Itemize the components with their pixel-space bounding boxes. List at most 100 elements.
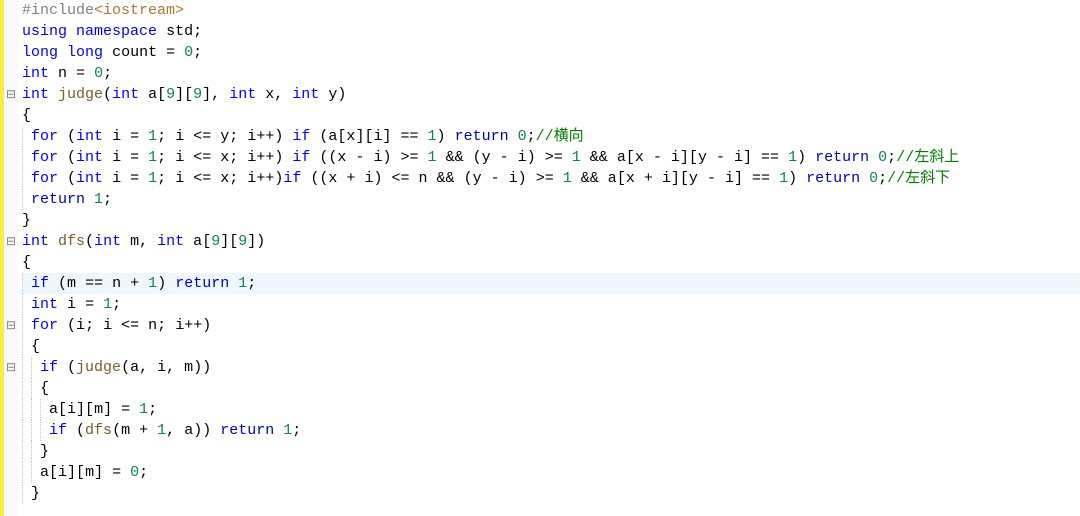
indent-guide bbox=[22, 126, 24, 147]
token-id: i bbox=[76, 315, 85, 336]
token-op: == bbox=[85, 273, 103, 294]
whitespace bbox=[211, 147, 220, 168]
token-ret: return bbox=[31, 189, 85, 210]
indent-guide bbox=[22, 315, 24, 336]
token-op: == bbox=[752, 168, 770, 189]
code-line[interactable]: } bbox=[22, 441, 1080, 462]
whitespace bbox=[869, 147, 878, 168]
token-num: 1 bbox=[148, 126, 157, 147]
code-line[interactable]: using namespace std; bbox=[22, 21, 1080, 42]
code-line[interactable]: int judge(int a[9][9], int x, int y) bbox=[22, 84, 1080, 105]
token-id: i bbox=[364, 168, 373, 189]
token-op: + bbox=[139, 420, 148, 441]
whitespace bbox=[229, 273, 238, 294]
code-line[interactable]: int n = 0; bbox=[22, 63, 1080, 84]
code-line[interactable]: for (int i = 1; i <= x; i++) if ((x - i)… bbox=[22, 147, 1080, 168]
code-line[interactable]: } bbox=[22, 483, 1080, 504]
token-id: i bbox=[175, 147, 184, 168]
code-line[interactable]: int i = 1; bbox=[22, 294, 1080, 315]
code-line[interactable]: if (judge(a, i, m)) bbox=[22, 357, 1080, 378]
whitespace bbox=[635, 168, 644, 189]
token-num: 1 bbox=[428, 147, 437, 168]
code-line[interactable]: return 1; bbox=[22, 189, 1080, 210]
token-op: ] bbox=[734, 168, 743, 189]
token-fn: judge bbox=[58, 84, 103, 105]
fold-marker bbox=[4, 168, 18, 189]
token-id: i bbox=[725, 168, 734, 189]
fold-marker bbox=[4, 0, 18, 21]
code-line[interactable]: for (int i = 1; i <= x; i++)if ((x + i) … bbox=[22, 168, 1080, 189]
token-kw: int bbox=[157, 231, 184, 252]
code-line[interactable]: if (m == n + 1) return 1; bbox=[22, 273, 1080, 294]
fold-marker[interactable]: ⊟ bbox=[4, 231, 18, 252]
token-num: 1 bbox=[94, 189, 103, 210]
token-op: ][ bbox=[67, 462, 85, 483]
fold-marker bbox=[4, 336, 18, 357]
whitespace bbox=[391, 126, 400, 147]
code-line[interactable]: long long count = 0; bbox=[22, 42, 1080, 63]
whitespace bbox=[58, 42, 67, 63]
whitespace bbox=[527, 168, 536, 189]
whitespace bbox=[121, 462, 130, 483]
token-op: ; bbox=[157, 126, 166, 147]
fold-marker[interactable]: ⊟ bbox=[4, 315, 18, 336]
token-num: 1 bbox=[148, 168, 157, 189]
code-line[interactable]: for (i; i <= n; i++) bbox=[22, 315, 1080, 336]
token-kw: int bbox=[22, 63, 49, 84]
token-op: ( bbox=[103, 84, 112, 105]
whitespace bbox=[103, 126, 112, 147]
code-line[interactable]: { bbox=[22, 336, 1080, 357]
whitespace bbox=[121, 273, 130, 294]
code-line[interactable]: a[i][m] = 0; bbox=[22, 462, 1080, 483]
code-line[interactable]: { bbox=[22, 252, 1080, 273]
code-line[interactable]: for (int i = 1; i <= y; i++) if (a[x][i]… bbox=[22, 126, 1080, 147]
token-op: ; bbox=[229, 126, 238, 147]
code-line[interactable]: int dfs(int m, int a[9][9]) bbox=[22, 231, 1080, 252]
token-kw: if bbox=[292, 147, 310, 168]
token-op: (( bbox=[319, 147, 337, 168]
code-line[interactable]: if (dfs(m + 1, a)) return 1; bbox=[22, 420, 1080, 441]
code-area[interactable]: #include<iostream>using namespace std;lo… bbox=[18, 0, 1080, 516]
token-op: ) bbox=[788, 168, 797, 189]
indent-guide bbox=[40, 399, 42, 420]
whitespace bbox=[698, 168, 707, 189]
fold-marker[interactable]: ⊟ bbox=[4, 357, 18, 378]
token-op: = bbox=[130, 147, 139, 168]
token-id: std bbox=[166, 21, 193, 42]
token-num: 9 bbox=[166, 84, 175, 105]
token-id: count bbox=[112, 42, 157, 63]
code-line[interactable]: } bbox=[22, 210, 1080, 231]
token-op: >= bbox=[545, 147, 563, 168]
whitespace bbox=[446, 126, 455, 147]
whitespace bbox=[364, 147, 373, 168]
token-op: + bbox=[346, 168, 355, 189]
fold-marker[interactable]: ⊟ bbox=[4, 84, 18, 105]
token-cmt: //左斜上 bbox=[896, 147, 959, 168]
token-op: ( bbox=[76, 420, 85, 441]
whitespace bbox=[85, 189, 94, 210]
whitespace bbox=[94, 315, 103, 336]
token-cmt: //左斜下 bbox=[887, 168, 950, 189]
token-op: , bbox=[139, 231, 148, 252]
token-id: i bbox=[247, 126, 256, 147]
whitespace bbox=[157, 42, 166, 63]
whitespace bbox=[85, 63, 94, 84]
token-id: y bbox=[689, 168, 698, 189]
token-op: )) bbox=[193, 357, 211, 378]
fold-marker bbox=[4, 21, 18, 42]
code-line[interactable]: { bbox=[22, 105, 1080, 126]
code-line[interactable]: a[i][m] = 1; bbox=[22, 399, 1080, 420]
whitespace bbox=[58, 294, 67, 315]
whitespace bbox=[410, 168, 419, 189]
token-kw: int bbox=[76, 168, 103, 189]
code-line[interactable]: { bbox=[22, 378, 1080, 399]
token-op: ][ bbox=[355, 126, 373, 147]
whitespace bbox=[662, 147, 671, 168]
token-op: == bbox=[401, 126, 419, 147]
whitespace bbox=[139, 126, 148, 147]
token-op: ] bbox=[743, 147, 752, 168]
whitespace bbox=[103, 273, 112, 294]
fold-gutter[interactable]: ⊟ ⊟ ⊟ ⊟ bbox=[4, 0, 18, 516]
code-line[interactable]: #include<iostream> bbox=[22, 0, 1080, 21]
token-op: ( bbox=[67, 147, 76, 168]
